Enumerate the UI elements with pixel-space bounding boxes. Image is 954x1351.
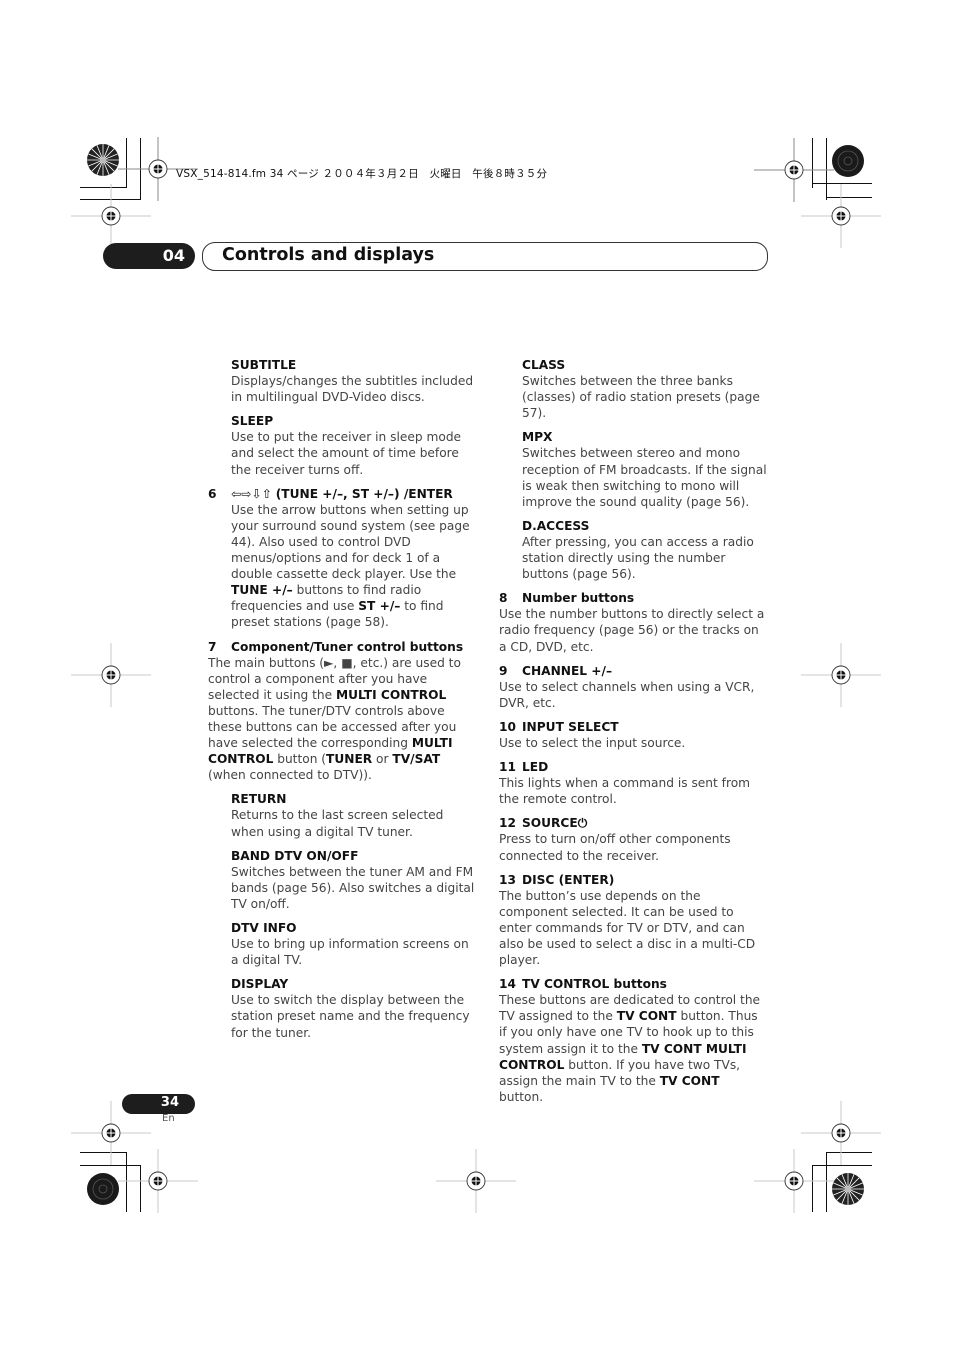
item-title: DISPLAY [231,977,289,992]
item-title: CHANNEL +/– [522,663,613,678]
sub-item: CLASS Switches between the three banks (… [499,357,767,421]
item-title: Component/Tuner control buttons [231,639,464,654]
item-title: TV CONTROL buttons [522,977,667,992]
registration-mark-icon [71,643,151,707]
list-item: SLEEP Use to put the receiver in sleep m… [208,413,478,477]
item-title: RETURN [231,792,287,807]
page-number-badge: 34 [122,1094,195,1114]
arrow-buttons-icon: ⇦⇨⇩⇧ [231,486,272,501]
item-title: SOURCE⏻ [522,816,588,831]
page-language: En [162,1113,175,1124]
item-title: SLEEP [231,414,274,429]
item-number: 7 [208,639,217,654]
sub-item: DISPLAY Use to switch the display betwee… [208,976,478,1040]
item-number: 12 [499,816,516,831]
item-number: 11 [499,760,516,775]
list-item-14: 14 TV CONTROL buttons These buttons are d… [499,976,767,1105]
sub-item: BAND DTV ON/OFF Switches between the tun… [208,848,478,912]
list-item-7: 7 Component/Tuner control buttons The mai… [208,639,478,784]
item-body: Use to bring up information screens on a… [231,937,469,968]
body-bold: TUNE +/– [231,583,293,598]
item-body: Press to turn on/off other components co… [499,832,731,863]
item-title: LED [522,760,549,775]
item-body: Switches between the three banks (classe… [522,374,760,421]
list-item: 9 CHANNEL +/– Use to select channels when… [499,663,767,711]
body-bold: TV/SAT [392,752,441,767]
chapter-title-box: Controls and displays [202,242,768,271]
print-header: VSX_514-814.fm 34 ページ ２００４年３月２日 火曜日 午後８時… [176,168,548,180]
list-item: 10 INPUT SELECT Use to select the input s… [499,719,767,751]
body-text: button ( [273,752,327,767]
item-title: SUBTITLE [231,358,297,372]
item-body: Use the arrow buttons when setting up yo… [208,502,478,631]
item-body: These buttons are dedicated to control t… [499,992,767,1105]
item-title: DTV INFO [231,921,297,935]
item-body: Returns to the last screen selected when… [231,808,444,839]
list-item-6: 6 ⇦⇨⇩⇧ (TUNE +/–, ST +/–) /ENTER Use the … [208,486,478,631]
body-bold: TV CONT [616,1009,677,1024]
registration-mark-icon [118,1149,198,1213]
item-number: 6 [208,486,217,501]
body-bold: TUNER [326,752,373,767]
item-number: 13 [499,872,516,887]
item-number: 10 [499,719,516,734]
registration-mark-icon [801,184,881,248]
item-body: Use to select channels when using a VCR,… [499,679,755,710]
list-item: 13 DISC (ENTER) The button’s use depends … [499,872,767,969]
item-title: CLASS [522,358,566,372]
list-item: 11 LED This lights when a command is sent… [499,759,767,807]
item-body: Displays/changes the subtitles included … [231,374,474,405]
item-title: INPUT SELECT [522,719,619,734]
chapter-number-badge: 04 [103,243,195,269]
item-title: MPX [522,430,553,445]
item-body: Switches between stereo and mono recepti… [522,446,767,509]
item-body: Use to switch the display between the st… [231,993,470,1040]
item-body: The main buttons (►, ■, etc.) are used t… [208,655,478,784]
item-body: After pressing, you can access a radio s… [522,534,754,582]
left-column: SUBTITLE Displays/changes the subtitles … [208,357,478,1049]
page-number: 34 [160,1095,179,1110]
item-number: 14 [499,977,516,992]
sub-item: MPX Switches between stereo and mono rec… [499,429,767,509]
item-body: Use to select the input source. [499,735,686,750]
item-body: Use to put the receiver in sleep mode an… [231,430,462,477]
item-title: Number buttons [522,591,635,606]
right-column: CLASS Switches between the three banks (… [499,357,767,1113]
item-number: 9 [499,663,508,678]
list-item: 12 SOURCE⏻ Press to turn on/off other com… [499,815,767,863]
item-number: 8 [499,591,508,606]
list-item: 8 Number buttons Use the number buttons t… [499,590,767,654]
sub-item: DTV INFO Use to bring up information scr… [208,920,478,968]
body-text: Use the arrow buttons when setting up yo… [231,502,470,582]
body-text: button. [499,1089,544,1104]
registration-mark-icon [801,1101,881,1165]
item-body: The button’s use depends on the componen… [499,888,756,968]
item-body: Use the number buttons to directly selec… [499,607,765,654]
registration-mark-icon [801,643,881,707]
item-title: DISC (ENTER) [522,872,615,887]
item-title: D.ACCESS [522,518,590,533]
item-title: BAND DTV ON/OFF [231,848,359,863]
body-bold: TV CONT [659,1073,720,1088]
sub-item: RETURN Returns to the last screen select… [208,791,478,839]
body-bold: MULTI CONTROL [336,687,447,702]
registration-mark-icon [436,1149,516,1213]
body-bold: ST +/– [358,599,401,614]
list-item: SUBTITLE Displays/changes the subtitles … [208,357,478,405]
item-body: Switches between the tuner AM and FM ban… [231,864,475,911]
chapter-number: 04 [162,246,185,265]
body-text: or [372,752,393,767]
body-text: (when connected to DTV)). [208,768,372,783]
sub-item: D.ACCESS After pressing, you can access … [499,518,767,582]
item-title: (TUNE +/–, ST +/–) /ENTER [275,486,453,501]
chapter-title: Controls and displays [222,245,435,265]
item-body: This lights when a command is sent from … [499,776,751,807]
